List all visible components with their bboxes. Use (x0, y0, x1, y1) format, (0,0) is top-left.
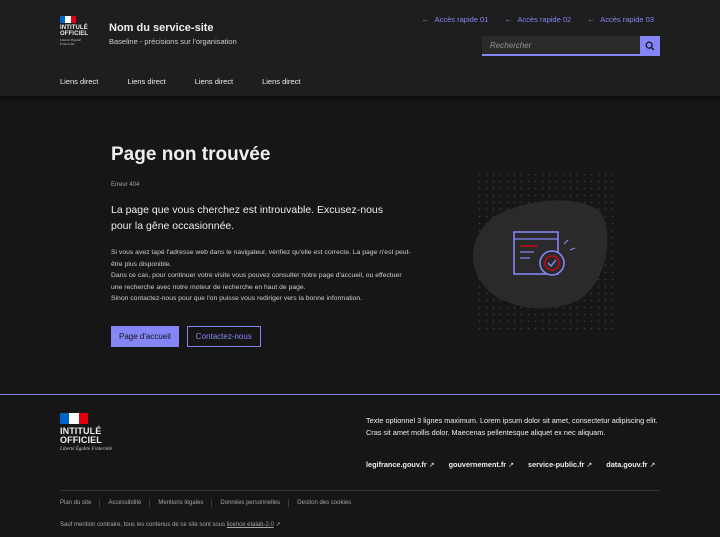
page-title: Page non trouvée (111, 144, 271, 165)
footer-link[interactable]: data.gouv.fr ↗ (606, 460, 655, 469)
lead-text: La page que vous cherchez est introuvabl… (111, 204, 384, 232)
footer-link[interactable]: gouvernement.fr ↗ (449, 460, 514, 469)
footer-logo-motto: Liberté Égalité Fraternité (60, 447, 112, 452)
site-header: INTITULÉ OFFICIEL Liberté Égalité Frater… (0, 0, 720, 96)
search-icon (645, 41, 655, 51)
footer-bottom-link[interactable]: Données personnelles (220, 500, 280, 506)
footer-divider (60, 490, 660, 491)
footer-link-label: data.gouv.fr (606, 460, 648, 469)
contact-button[interactable]: Contactez-nous (186, 326, 261, 347)
quick-link-label: Accès rapide 02 (517, 15, 572, 24)
nav-item[interactable]: Liens direct (195, 77, 233, 86)
error-code: Erreur 404 (111, 182, 140, 188)
arrow-left-icon: ← (587, 15, 596, 24)
divider (211, 499, 213, 507)
search-input[interactable] (482, 36, 640, 56)
footer-link-label: service-public.fr (528, 460, 585, 469)
service-title[interactable]: Nom du service-site (109, 22, 214, 34)
logo-title: INTITULÉ OFFICIEL (60, 25, 89, 37)
external-link-icon: ↗ (508, 462, 515, 469)
footer-logo-title: INTITULÉ OFFICIEL (60, 426, 102, 445)
divider (149, 499, 151, 507)
license-notice: Sauf mention contraire, tous les contenu… (60, 521, 281, 528)
logo-motto: Liberté Égalité Fraternité (60, 38, 82, 46)
external-link-icon: ↗ (275, 522, 281, 528)
nav-item[interactable]: Liens direct (60, 77, 98, 86)
external-link-icon: ↗ (586, 462, 593, 469)
external-link-icon: ↗ (649, 462, 656, 469)
quick-link-3[interactable]: ← Accès rapide 03 (587, 15, 654, 24)
quick-link-1[interactable]: ← Accès rapide 01 (422, 15, 489, 24)
divider (288, 499, 290, 507)
footer-bottom-link[interactable]: Gestion des cookies (297, 500, 351, 506)
search-button[interactable] (640, 36, 660, 56)
quick-link-label: Accès rapide 03 (600, 15, 654, 24)
footer-description: Texte optionnel 3 lignes maximum. Lorem … (366, 416, 658, 437)
license-link[interactable]: licence etalab-2.0 (227, 522, 274, 528)
quick-access-links: ← Accès rapide 01 ← Accès rapide 02 ← Ac… (422, 15, 654, 24)
footer-bottom-links: Plan du site Accessibilité Mentions léga… (60, 499, 351, 507)
footer-bottom-link[interactable]: Plan du site (60, 500, 91, 506)
footer-partner-links: legifrance.gouv.fr ↗ gouvernement.fr ↗ ser… (366, 460, 655, 469)
header-logo[interactable]: INTITULÉ OFFICIEL Liberté Égalité Frater… (60, 16, 94, 46)
french-flag-icon (60, 413, 88, 424)
main-content: Page non trouvée Erreur 404 La page que … (0, 96, 720, 394)
footer-link[interactable]: legifrance.gouv.fr ↗ (366, 460, 435, 469)
home-page-button[interactable]: Page d'accueil (111, 326, 179, 347)
license-text: Sauf mention contraire, tous les contenu… (60, 522, 226, 528)
external-link-icon: ↗ (428, 462, 435, 469)
nav-item[interactable]: Liens direct (262, 77, 300, 86)
footer-bottom-link[interactable]: Accessibilité (108, 500, 141, 506)
footer-link-label: gouvernement.fr (448, 460, 507, 469)
quick-link-2[interactable]: ← Accès rapide 02 (504, 15, 571, 24)
body-paragraph: Si vous avez tapé l'adresse web dans le … (111, 249, 411, 268)
service-tagline: Baseline - précisions sur l'organisation (109, 37, 237, 46)
footer-link[interactable]: service-public.fr ↗ (528, 460, 592, 469)
footer-logo[interactable]: INTITULÉ OFFICIEL Liberté Égalité Frater… (60, 413, 120, 453)
error-illustration-icon (472, 174, 614, 334)
footer-bottom-link[interactable]: Mentions légales (158, 500, 203, 506)
nav-item[interactable]: Liens direct (127, 77, 165, 86)
divider (99, 499, 101, 507)
arrow-left-icon: ← (421, 15, 430, 24)
action-buttons: Page d'accueil Contactez-nous (111, 326, 261, 347)
body-paragraph: Dans ce cas, pour continuer votre visite… (111, 272, 402, 291)
body-text: Si vous avez tapé l'adresse web dans le … (111, 247, 411, 305)
main-navigation: Liens direct Liens direct Liens direct L… (60, 77, 300, 86)
french-flag-icon (60, 16, 76, 23)
arrow-left-icon: ← (504, 15, 513, 24)
footer-link-label: legifrance.gouv.fr (366, 460, 427, 469)
body-paragraph: Sinon contactez-nous pour que l'on puiss… (111, 295, 363, 302)
search-bar (482, 36, 660, 56)
site-footer: INTITULÉ OFFICIEL Liberté Égalité Frater… (0, 394, 720, 537)
quick-link-label: Accès rapide 01 (434, 15, 489, 24)
